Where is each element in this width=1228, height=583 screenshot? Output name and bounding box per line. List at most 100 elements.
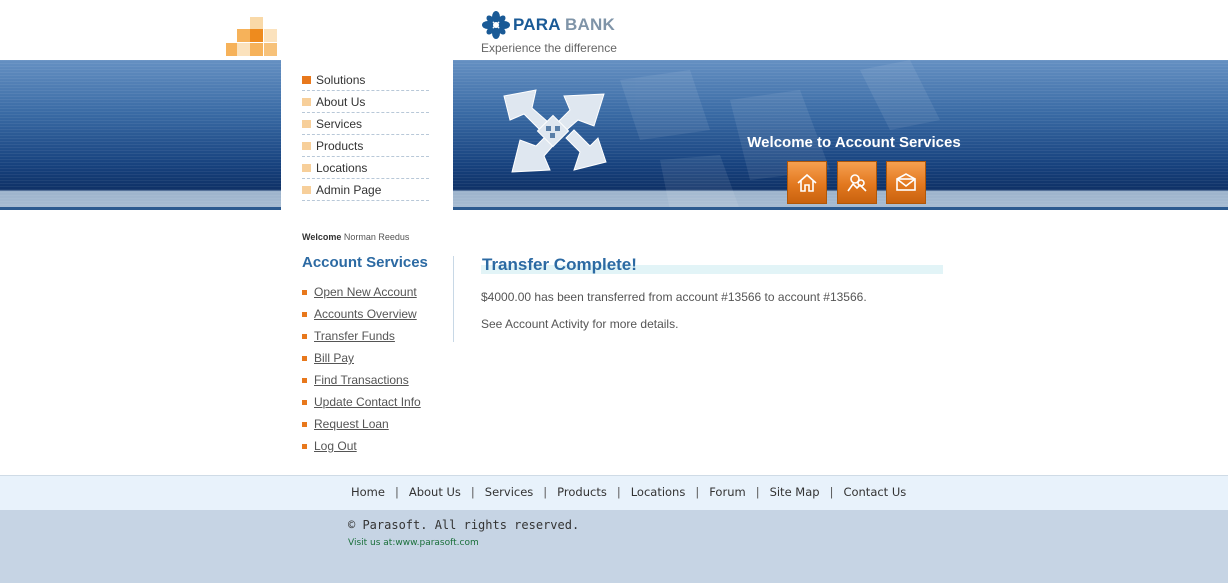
- nav-item-products[interactable]: Products: [302, 136, 429, 157]
- find-transactions-link[interactable]: Find Transactions: [314, 373, 409, 387]
- home-button[interactable]: [787, 161, 827, 204]
- link-accounts-overview: Accounts Overview: [302, 303, 421, 325]
- page-title: Transfer Complete!: [482, 255, 637, 274]
- request-loan-link[interactable]: Request Loan: [314, 417, 389, 431]
- transfer-amount: $4000.00: [481, 290, 532, 304]
- header-band-line: [0, 207, 1228, 210]
- bullet-icon: [302, 142, 311, 150]
- separator: |: [543, 485, 548, 499]
- separator: |: [616, 485, 621, 499]
- from-account-id: 13566: [727, 290, 762, 304]
- header-band: [0, 60, 1228, 210]
- transfer-funds-link[interactable]: Transfer Funds: [314, 329, 395, 343]
- separator: |: [394, 485, 399, 499]
- deco-block: [237, 29, 250, 42]
- footer-link-contact-us[interactable]: Contact Us: [843, 485, 906, 499]
- bullet-icon: [302, 377, 307, 383]
- link-update-contact-info: Update Contact Info: [302, 391, 421, 413]
- footer-link-services[interactable]: Services: [485, 485, 534, 499]
- footer-link-products[interactable]: Products: [557, 485, 607, 499]
- message-text: has been transferred from account #: [531, 290, 728, 304]
- bullet-icon: [302, 333, 307, 339]
- deco-block: [264, 29, 277, 42]
- footer-bottom: © Parasoft. All rights reserved. Visit u…: [0, 510, 1228, 583]
- account-services-title: Account Services: [302, 254, 428, 271]
- bullet-icon: [302, 186, 311, 194]
- footer-link-locations[interactable]: Locations: [631, 485, 686, 499]
- separator: |: [755, 485, 760, 499]
- link-find-transactions: Find Transactions: [302, 369, 421, 391]
- link-bill-pay: Bill Pay: [302, 347, 421, 369]
- accounts-overview-link[interactable]: Accounts Overview: [314, 307, 417, 321]
- bill-pay-link[interactable]: Bill Pay: [314, 351, 354, 365]
- top-nav: Solutions About Us Services Products Loc…: [281, 60, 453, 225]
- footer-link-site-map[interactable]: Site Map: [770, 485, 820, 499]
- nav-item-admin-page[interactable]: Admin Page: [302, 180, 429, 201]
- home-icon: [797, 173, 817, 192]
- deco-block: [250, 43, 263, 56]
- link-request-loan: Request Loan: [302, 413, 421, 435]
- nav-label: Solutions: [316, 73, 366, 87]
- nav-item-solutions[interactable]: Solutions: [302, 70, 429, 91]
- link-log-out: Log Out: [302, 435, 421, 457]
- to-account-id: 13566: [829, 290, 864, 304]
- hero-title: Welcome to Account Services: [747, 134, 961, 151]
- footer-link-forum[interactable]: Forum: [709, 485, 745, 499]
- about-button[interactable]: [837, 161, 877, 204]
- nav-item-services[interactable]: Services: [302, 114, 429, 135]
- update-contact-info-link[interactable]: Update Contact Info: [314, 395, 421, 409]
- nav-label: Products: [316, 139, 364, 153]
- user-name: Norman Reedus: [343, 232, 410, 242]
- deco-block: [237, 43, 250, 56]
- bullet-icon: [302, 98, 311, 106]
- link-open-new-account: Open New Account: [302, 281, 421, 303]
- nav-item-locations[interactable]: Locations: [302, 158, 429, 179]
- transfer-result-message: $4000.00 has been transferred from accou…: [481, 290, 867, 304]
- footer-link-about-us[interactable]: About Us: [409, 485, 461, 499]
- deco-block: [250, 29, 263, 42]
- logo-flower-icon: [482, 11, 510, 39]
- header-decoration-blocks: [226, 17, 282, 60]
- logo-text-bank: BANK: [565, 15, 615, 34]
- link-transfer-funds: Transfer Funds: [302, 325, 421, 347]
- bullet-icon: [302, 443, 307, 449]
- deco-block: [264, 43, 277, 56]
- about-icon: [847, 173, 867, 192]
- parabank-logo[interactable]: PARA BANK: [481, 11, 615, 39]
- welcome-line: Welcome Norman Reedus: [302, 232, 453, 242]
- footer-link-home[interactable]: Home: [351, 485, 385, 499]
- footer-nav: Home | About Us | Services | Products | …: [0, 475, 1228, 510]
- nav-label: Services: [316, 117, 363, 131]
- sidebar-divider: [453, 256, 454, 342]
- account-services-links: Open New Account Accounts Overview Trans…: [302, 281, 421, 457]
- separator: |: [470, 485, 475, 499]
- logo-text: PARA BANK: [513, 15, 615, 35]
- log-out-link[interactable]: Log Out: [314, 439, 357, 453]
- visit-line: Visit us at:www.parasoft.com: [348, 538, 479, 548]
- message-text: to account #: [761, 290, 830, 304]
- nav-label: Locations: [316, 161, 368, 175]
- nav-label: Admin Page: [316, 183, 382, 197]
- separator: |: [695, 485, 700, 499]
- welcome-label: Welcome: [302, 232, 342, 242]
- bullet-icon: [302, 164, 311, 172]
- account-sidebar: Welcome Norman Reedus Account Services O…: [302, 232, 453, 453]
- bullet-icon: [302, 399, 307, 405]
- logo-text-para: PARA: [513, 15, 561, 34]
- parasoft-link[interactable]: www.parasoft.com: [395, 538, 478, 548]
- copyright: © Parasoft. All rights reserved.: [348, 518, 580, 532]
- bullet-icon: [302, 289, 307, 295]
- nav-label: About Us: [316, 95, 366, 109]
- open-new-account-link[interactable]: Open New Account: [314, 285, 417, 299]
- bullet-icon: [302, 355, 307, 361]
- separator: |: [829, 485, 834, 499]
- bullet-icon: [302, 311, 307, 317]
- nav-item-about-us[interactable]: About Us: [302, 92, 429, 113]
- bullet-icon: [302, 76, 311, 84]
- contact-icon: [896, 172, 916, 191]
- visit-label: Visit us at:: [348, 538, 396, 548]
- footer-links: Home | About Us | Services | Products | …: [351, 485, 906, 499]
- contact-button[interactable]: [886, 161, 926, 204]
- network-arrows-icon: [503, 89, 607, 173]
- bullet-icon: [302, 421, 307, 427]
